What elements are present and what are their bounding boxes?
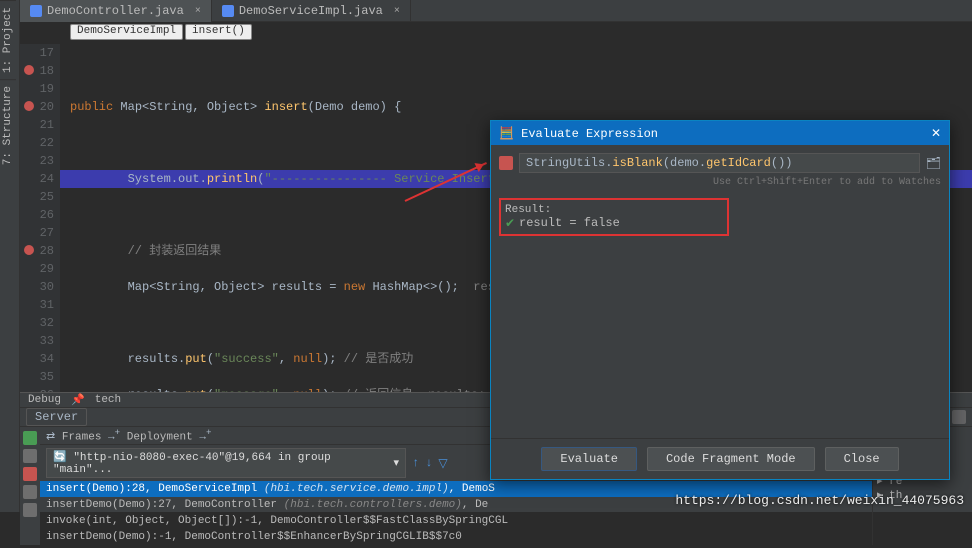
result-panel: Result: result = false [499,198,729,236]
java-file-icon [222,5,234,17]
watermark: https://blog.csdn.net/weixin_44075963 [675,493,964,508]
breadcrumb-method[interactable]: insert() [185,24,252,40]
editor-gutter: 1718192021222324252627282930313233343536… [20,44,60,392]
run-config: tech [95,394,121,406]
project-tool-tab[interactable]: 1: Project [0,0,16,79]
pin-icon[interactable]: 📌 [71,393,85,407]
prev-frame-icon[interactable]: ↑ [412,456,419,470]
editor-tabs: DemoController.java × DemoServiceImpl.ja… [20,0,972,22]
mute-breakpoints-icon[interactable] [23,503,37,517]
comment: // 封装返回结果 [70,244,221,258]
tab-label: DemoServiceImpl.java [239,4,383,18]
server-tab[interactable]: Server [26,408,87,426]
evaluate-expression-icon[interactable] [952,410,966,424]
breadcrumb-class[interactable]: DemoServiceImpl [70,24,183,40]
result-value[interactable]: result = false [505,216,723,230]
breadcrumb: DemoServiceImpl insert() [70,24,252,40]
tab-demoserviceimpl[interactable]: DemoServiceImpl.java × [212,0,411,22]
close-icon[interactable]: × [394,6,400,17]
rerun-icon[interactable] [23,431,37,445]
next-frame-icon[interactable]: ↓ [425,456,432,470]
filter-icon[interactable]: ▽ [438,456,447,471]
evaluate-expression-dialog: 🧮 Evaluate Expression ✕ StringUtils.isBl… [490,120,950,480]
frames-tab[interactable]: Frames [62,432,102,444]
debug-side-toolbar [20,427,40,545]
view-breakpoints-icon[interactable] [23,485,37,499]
expression-input[interactable]: StringUtils.isBlank(demo.getIdCard()) [519,153,920,173]
hint-text: Use Ctrl+Shift+Enter to add to Watches [499,177,941,188]
deployment-tab[interactable]: Deployment [127,432,193,444]
dialog-title: 🧮 Evaluate Expression [499,126,658,141]
tool-sidebar: 1: Project 7: Structure [0,0,20,512]
tab-label: DemoController.java [47,4,184,18]
structure-tool-tab[interactable]: 7: Structure [0,79,16,171]
stop-icon[interactable] [23,467,37,481]
resume-icon[interactable] [23,449,37,463]
stack-frames[interactable]: insert(Demo):28, DemoServiceImpl (hbi.te… [40,481,872,545]
code-fragment-mode-button[interactable]: Code Fragment Mode [647,447,815,471]
thread-selector[interactable]: 🔄 "http-nio-8080-exec-40"@19,664 in grou… [46,448,406,478]
debug-title: Debug [28,394,61,406]
java-class-icon [499,156,513,170]
history-icon[interactable]: 🗂 [926,156,941,171]
close-icon[interactable]: ✕ [931,126,941,141]
tab-democontroller[interactable]: DemoController.java × [20,0,212,22]
stack-frame[interactable]: insertDemo(Demo):-1, DemoController$$Enh… [40,529,872,545]
close-icon[interactable]: × [195,6,201,17]
stack-frame[interactable]: invoke(int, Object, Object[]):-1, DemoCo… [40,513,872,529]
close-button[interactable]: Close [825,447,899,471]
evaluate-button[interactable]: Evaluate [541,447,637,471]
result-label: Result: [505,204,723,216]
java-file-icon [30,5,42,17]
